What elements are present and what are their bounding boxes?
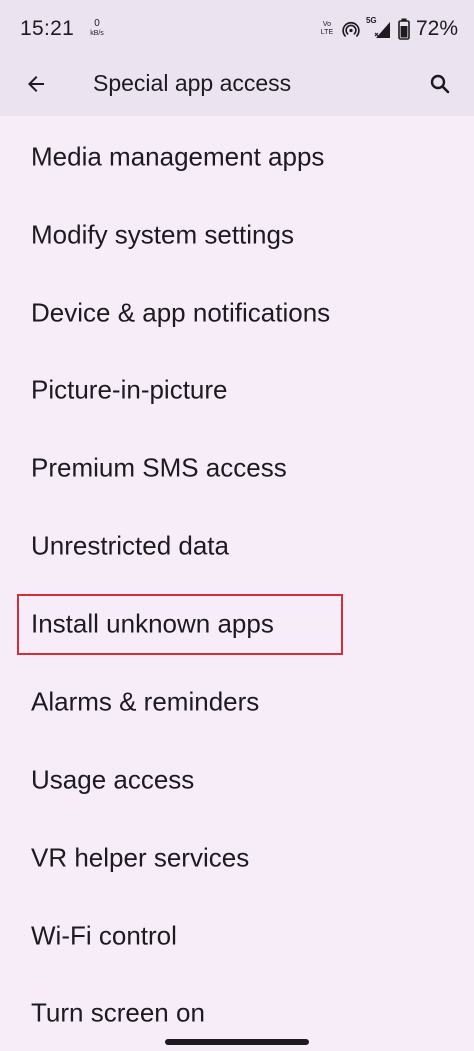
list-item-install-unknown-apps[interactable]: Install unknown apps	[0, 594, 474, 654]
list-item-premium-sms-access[interactable]: Premium SMS access	[0, 438, 474, 498]
list-item-alarms-reminders[interactable]: Alarms & reminders	[0, 672, 474, 732]
list-item-label: Wi-Fi control	[31, 920, 177, 951]
volte-top-label: Vo	[322, 21, 332, 28]
list-item-vr-helper-services[interactable]: VR helper services	[0, 828, 474, 888]
search-icon	[430, 74, 450, 94]
list-item-label: Usage access	[31, 764, 195, 795]
network-speed-unit: kB/s	[90, 30, 104, 37]
list-item-modify-system-settings[interactable]: Modify system settings	[0, 205, 474, 265]
network-speed-value: 0	[94, 18, 100, 29]
arrow-back-icon	[28, 76, 44, 92]
list-item-label: Modify system settings	[31, 219, 294, 250]
battery-percent: 72%	[415, 17, 458, 40]
battery-icon	[398, 18, 410, 40]
list-item-wifi-control[interactable]: Wi-Fi control	[0, 906, 474, 966]
volte-bottom-label: LTE	[320, 29, 334, 36]
list-item-device-app-notifications[interactable]: Device & app notifications	[0, 283, 474, 343]
list-item-label: Media management apps	[31, 141, 325, 172]
list-item-label: Unrestricted data	[31, 530, 229, 561]
status-icons: Vo LTE 5G 72%	[318, 16, 458, 41]
gesture-nav-handle[interactable]	[165, 1039, 309, 1045]
page-title: Special app access	[93, 70, 292, 96]
status-bar: 15:21 0 kB/s Vo LTE 5G 72%	[0, 0, 474, 58]
volte-icon: Vo LTE	[318, 21, 336, 37]
network-speed-indicator: 0 kB/s	[87, 18, 107, 38]
list-item-label: VR helper services	[31, 842, 250, 873]
back-button[interactable]	[20, 68, 52, 100]
hotspot-icon	[342, 20, 360, 38]
status-time: 15:21	[20, 17, 75, 40]
list-item-picture-in-picture[interactable]: Picture-in-picture	[0, 360, 474, 420]
app-bar: Special app access	[0, 58, 474, 116]
list-item-media-management-apps[interactable]: Media management apps	[0, 127, 474, 187]
list-item-label: Alarms & reminders	[31, 686, 260, 717]
list-item-turn-screen-on[interactable]: Turn screen on	[0, 983, 474, 1043]
search-button[interactable]	[424, 68, 456, 100]
mobile-signal-icon: 5G	[366, 16, 392, 40]
list-item-label: Install unknown apps	[31, 608, 274, 639]
list-item-label: Premium SMS access	[31, 452, 287, 483]
list-item-usage-access[interactable]: Usage access	[0, 750, 474, 810]
list-item-label: Device & app notifications	[31, 297, 331, 328]
list-item-label: Picture-in-picture	[31, 374, 228, 405]
list-item-label: Turn screen on	[31, 997, 205, 1028]
list-item-unrestricted-data[interactable]: Unrestricted data	[0, 516, 474, 576]
